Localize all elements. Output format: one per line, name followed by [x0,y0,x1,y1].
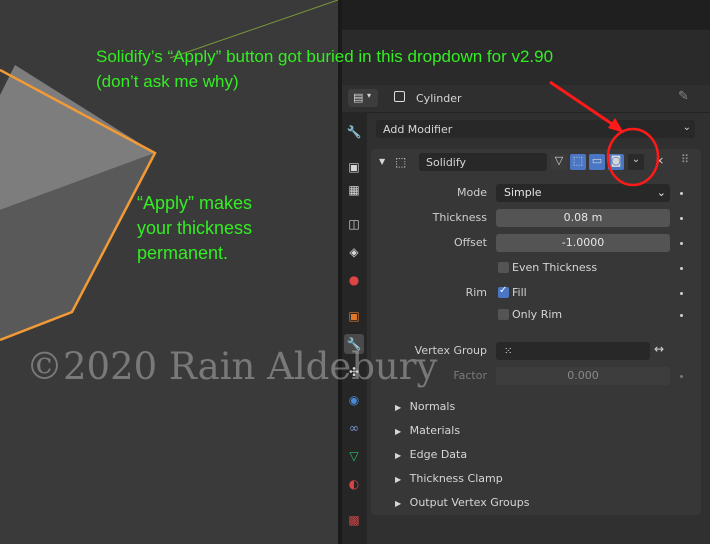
texture-tab-icon[interactable]: ▩ [344,510,364,530]
mode-dropdown[interactable]: Simple ⌄ [496,184,670,202]
editor-type-button[interactable]: ▤ ▾ [348,89,378,107]
only-rim-label: Only Rim [512,308,563,321]
offset-label: Offset [453,236,487,249]
subpanel-normals[interactable]: ▶ Normals [395,400,455,413]
object-name: Cylinder [416,92,462,105]
properties-editor: ▤ ▾ Cylinder ✎ 🔧 ▣ ▦ ◫ ◈ ● ▣ 🔧 ✣ ◉ ∞ ▽ ◐… [342,85,710,544]
properties-tabs: 🔧 ▣ ▦ ◫ ◈ ● ▣ 🔧 ✣ ◉ ∞ ▽ ◐ ▩ [342,112,367,544]
keyframe-dot-icon[interactable] [680,242,683,245]
collapsed-triangle-icon: ▶ [395,451,402,460]
object-icon [394,91,405,102]
mode-label: Mode [457,186,487,199]
keyframe-dot-icon[interactable] [680,267,683,270]
data-tab-icon[interactable]: ▽ [344,446,364,466]
edit-mode-toggle-icon[interactable]: ▽ [551,154,567,170]
annotation-side-line2: your thickness [137,218,253,238]
chevron-down-icon: ⌄ [656,186,666,199]
constraints-tab-icon[interactable]: ∞ [344,418,364,438]
tool-tab-icon[interactable]: 🔧 [344,122,364,142]
rim-label: Rim [465,286,487,299]
keyframe-dot-icon[interactable] [680,314,683,317]
solidify-icon: ⬚ [395,155,407,169]
only-rim-checkbox[interactable] [498,309,509,320]
render-tab-icon[interactable]: ▣ [344,157,364,177]
even-thickness-label: Even Thickness [512,261,598,274]
annotation-headline-line1: Solidify’s “Apply” button got buried in … [96,47,554,66]
drag-handle-icon[interactable]: ⠿ [681,153,689,166]
mode-value: Simple [504,186,542,199]
chevron-down-icon: ⌄ [682,122,691,133]
modifier-name-field[interactable]: Solidify [419,153,547,171]
offset-field[interactable]: -1.0000 [496,234,670,252]
modifier-name: Solidify [426,156,467,169]
keyframe-dot-icon[interactable] [680,217,683,220]
copyright-watermark: ©2020 Rain Aldebury [26,345,438,388]
subpanel-label: Output Vertex Groups [409,496,530,509]
subpanel-label: Thickness Clamp [409,472,503,485]
annotation-side-line3: permanent. [137,243,229,263]
physics-tab-icon[interactable]: ◉ [344,390,364,410]
subpanel-label: Materials [409,424,461,437]
cage-toggle-icon[interactable]: ⬚ [570,154,586,170]
view-layer-tab-icon[interactable]: ◫ [344,214,364,234]
collapse-chevron-icon[interactable]: ▼ [379,157,385,166]
chevron-down-icon: ▾ [367,91,372,100]
collapsed-triangle-icon: ▶ [395,475,402,484]
object-tab-icon[interactable]: ▣ [344,306,364,326]
subpanel-label: Edge Data [409,448,468,461]
subpanel-materials[interactable]: ▶ Materials [395,424,460,437]
subpanel-edge-data[interactable]: ▶ Edge Data [395,448,467,461]
add-modifier-dropdown[interactable]: Add Modifier ⌄ [376,120,695,138]
collapsed-triangle-icon: ▶ [395,403,402,412]
keyframe-dot-icon[interactable] [680,292,683,295]
collapsed-triangle-icon: ▶ [395,427,402,436]
annotation-side-line1: “Apply” makes [137,193,253,213]
vertex-group-icon: ⁙ [504,346,513,357]
output-tab-icon[interactable]: ▦ [344,180,364,200]
annotation-headline-line2: (don’t ask me why) [96,72,239,91]
even-thickness-checkbox[interactable] [498,262,509,273]
material-tab-icon[interactable]: ◐ [344,474,364,494]
fill-label: Fill [512,286,527,299]
vertex-group-field[interactable]: ⁙ [496,342,650,360]
viewport-toggle-icon[interactable]: ▭ [589,154,605,170]
timeline-area [342,0,710,30]
subpanel-label: Normals [409,400,456,413]
factor-field[interactable]: 0.000 [496,367,670,385]
properties-header: ▤ ▾ Cylinder ✎ [342,85,710,113]
solidify-modifier-panel: ▼ ⬚ Solidify ▽ ⬚ ▭ ◙ ⌄ × ⠿ Mode Simple ⌄… [371,149,701,515]
invert-arrows-icon[interactable]: ↔ [654,342,664,356]
world-tab-icon[interactable]: ● [344,270,364,290]
fill-checkbox[interactable]: ✓ [498,285,509,298]
thickness-label: Thickness [432,211,487,224]
pin-icon[interactable]: ✎ [678,89,689,104]
editor-type-icon: ▤ [353,91,364,104]
thickness-field[interactable]: 0.08 m [496,209,670,227]
subpanel-output-vertex-groups[interactable]: ▶ Output Vertex Groups [395,496,529,509]
modifier-menu-dropdown-icon[interactable]: ⌄ [628,154,644,170]
remove-modifier-icon[interactable]: × [655,154,664,167]
keyframe-dot-icon[interactable] [680,375,683,378]
subpanel-thickness-clamp[interactable]: ▶ Thickness Clamp [395,472,503,485]
scene-tab-icon[interactable]: ◈ [344,242,364,262]
checkmark-icon: ✓ [499,285,508,296]
keyframe-dot-icon[interactable] [680,192,683,195]
render-toggle-icon[interactable]: ◙ [608,154,624,170]
add-modifier-label: Add Modifier [383,123,453,136]
collapsed-triangle-icon: ▶ [395,499,402,508]
